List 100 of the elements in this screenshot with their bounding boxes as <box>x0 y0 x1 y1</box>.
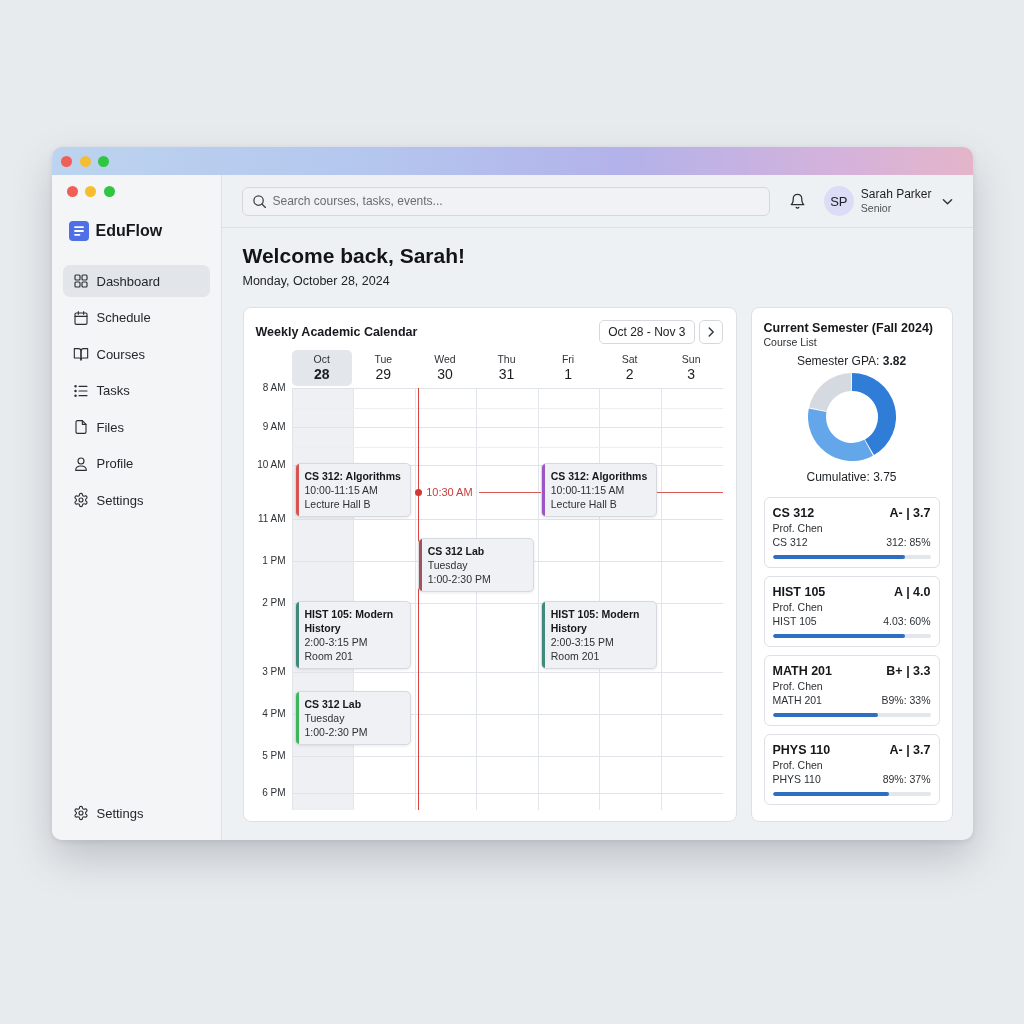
course-professor: Prof. Chen <box>772 679 824 693</box>
course-progress-text: 89%: 37% <box>882 772 931 786</box>
time-label: 11 AM <box>256 513 287 525</box>
window-close-icon[interactable] <box>61 155 72 167</box>
cumulative-gpa: Cumulative: 3.75 <box>806 469 897 485</box>
nav-item[interactable]: Courses <box>62 338 210 370</box>
grid-icon <box>72 273 89 289</box>
course-code: CS 312 <box>772 506 815 521</box>
event-card[interactable]: HIST 105: Modern History 2:00-3:15 PM Room 201 <box>294 601 411 669</box>
course-label: MATH 201 <box>772 693 822 707</box>
nav-item[interactable]: Profile <box>62 447 210 480</box>
event-card[interactable]: CS 312: Algorithms 10:00-11:15 AM Lecture Hall B <box>540 463 657 517</box>
day-header[interactable]: Sun 3 <box>660 350 722 386</box>
event-detail: 2:00-3:15 PM <box>304 635 369 649</box>
course-label: PHYS 110 <box>772 772 821 786</box>
user-role: Senior <box>860 202 893 215</box>
user-icon <box>72 455 89 472</box>
calendar-icon <box>72 309 89 326</box>
book-icon <box>72 346 89 362</box>
event-detail: 1:00-2:30 PM <box>427 572 492 586</box>
panel-subtitle: Course List <box>763 336 817 348</box>
logo-icon <box>68 220 89 241</box>
event-detail: Tuesday <box>304 711 346 725</box>
event-title: HIST 105: Modern History <box>304 607 395 635</box>
course-grade: A | 4.0 <box>894 585 931 600</box>
course-card[interactable]: CS 312 A- | 3.7 Prof. Chen CS 312 312: 85% <box>763 497 940 568</box>
event-title: CS 312 Lab <box>427 544 486 558</box>
time-label: 4 PM <box>261 708 287 720</box>
event-card[interactable]: CS 312 Lab Tuesday 1:00-2:30 PM <box>294 691 411 745</box>
course-professor: Prof. Chen <box>772 758 824 772</box>
time-label: 3 PM <box>261 666 287 678</box>
search-icon <box>251 193 267 209</box>
event-detail: 1:00-2:30 PM <box>304 725 369 739</box>
course-card[interactable]: PHYS 110 A- | 3.7 Prof. Chen PHYS 110 89%: 37% <box>763 734 940 805</box>
date-range-button[interactable]: Oct 28 - Nov 3 <box>599 320 695 344</box>
search-field[interactable]: Search courses, tasks, events... <box>241 186 770 216</box>
time-label: 2 PM <box>261 597 287 609</box>
user-name: Sarah Parker <box>860 187 932 202</box>
time-label: 10 AM <box>256 459 287 471</box>
window-minimize-icon[interactable] <box>79 155 91 167</box>
course-code: PHYS 110 <box>772 743 831 758</box>
nav-item[interactable]: Schedule <box>62 301 210 334</box>
time-label: 5 PM <box>261 750 287 762</box>
time-label: 6 PM <box>261 787 287 799</box>
event-title: HIST 105: Modern History <box>550 607 641 635</box>
event-card[interactable]: HIST 105: Modern History 2:00-3:15 PM Room 201 <box>540 601 657 669</box>
event-detail: Tuesday <box>427 558 469 572</box>
event-detail: 10:00-11:15 AM <box>550 483 626 497</box>
course-code: HIST 105 <box>772 585 826 600</box>
course-label: HIST 105 <box>772 614 817 628</box>
app-name: EduFlow <box>95 221 163 240</box>
nav-item[interactable]: Tasks <box>62 374 210 407</box>
event-detail: 2:00-3:15 PM <box>550 635 615 649</box>
day-header[interactable]: Oct 28 <box>291 350 353 386</box>
settings-icon <box>72 805 89 821</box>
bell-icon[interactable] <box>788 192 806 210</box>
event-card[interactable]: CS 312: Algorithms 10:00-11:15 AM Lecture Hall B <box>294 463 411 517</box>
window-close-icon[interactable] <box>66 186 78 197</box>
day-header[interactable]: Sat 2 <box>599 350 660 386</box>
course-grade: B+ | 3.3 <box>886 664 931 679</box>
course-professor: Prof. Chen <box>772 521 824 535</box>
day-header[interactable]: Fri 1 <box>537 350 599 386</box>
user-avatar[interactable]: SP <box>823 186 854 216</box>
course-card[interactable]: MATH 201 B+ | 3.3 Prof. Chen MATH 201 B9%: 33% <box>763 655 940 726</box>
event-title: CS 312: Algorithms <box>304 469 402 483</box>
course-card[interactable]: HIST 105 A | 4.0 Prof. Chen HIST 105 4.03: 60% <box>763 576 940 647</box>
window-minimize-icon[interactable] <box>85 186 96 197</box>
calendar-title: Weekly Academic Calendar <box>255 325 418 339</box>
course-progress-text: 4.03: 60% <box>883 614 931 628</box>
event-detail: Room 201 <box>550 649 601 663</box>
nav-item[interactable]: Settings <box>62 484 210 516</box>
file-icon <box>72 419 89 435</box>
panel-title: Current Semester (Fall 2024) <box>763 320 933 336</box>
course-progress-text: B9%: 33% <box>881 693 931 707</box>
event-card[interactable]: CS 312 Lab Tuesday 1:00-2:30 PM <box>417 538 534 592</box>
course-professor: Prof. Chen <box>772 600 824 614</box>
course-grade: A- | 3.7 <box>889 506 931 521</box>
current-time-label: 10:30 AM <box>426 486 473 498</box>
list-icon <box>72 382 89 399</box>
day-header[interactable]: Tue 29 <box>353 350 414 386</box>
nav-item[interactable]: Dashboard <box>62 265 210 297</box>
next-week-button[interactable] <box>698 320 723 344</box>
time-label: 1 PM <box>261 555 287 567</box>
welcome-heading: Welcome back, Sarah! <box>242 244 466 268</box>
time-label: 9 AM <box>261 421 287 433</box>
day-header[interactable]: Wed 30 <box>414 350 476 386</box>
time-label: 8 AM <box>261 382 287 394</box>
day-header[interactable]: Thu 31 <box>476 350 537 386</box>
settings-icon <box>72 492 89 508</box>
event-detail: Lecture Hall B <box>304 497 372 511</box>
nav-item[interactable]: Settings <box>62 797 210 829</box>
course-code: MATH 201 <box>772 664 832 679</box>
nav-item[interactable]: Files <box>62 411 210 443</box>
event-title: CS 312 Lab <box>304 697 363 711</box>
window-zoom-icon[interactable] <box>98 155 109 167</box>
event-detail: Lecture Hall B <box>550 497 618 511</box>
event-detail: Room 201 <box>304 649 354 663</box>
course-grade: A- | 3.7 <box>889 743 931 758</box>
window-zoom-icon[interactable] <box>103 186 115 197</box>
event-detail: 10:00-11:15 AM <box>304 483 379 497</box>
